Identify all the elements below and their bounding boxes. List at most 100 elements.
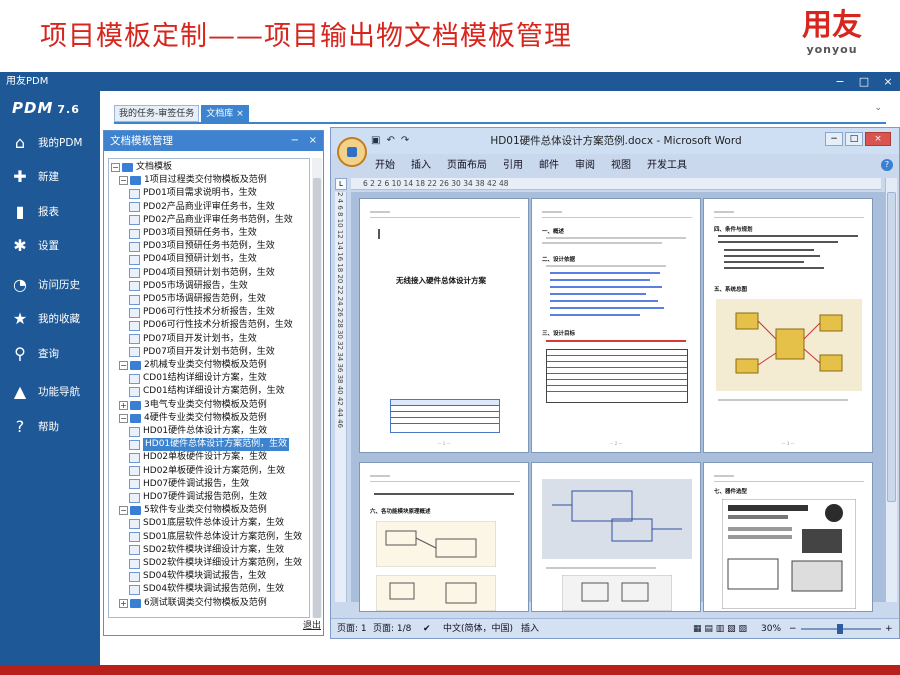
- tree-scrollbar[interactable]: [312, 158, 322, 618]
- tree-doc-item[interactable]: SD01底层软件总体设计方案，生效: [129, 517, 284, 530]
- status-insert-mode[interactable]: 插入: [521, 619, 539, 638]
- tree-scroll-thumb[interactable]: [313, 178, 321, 618]
- word-maximize-button[interactable]: □: [845, 132, 863, 146]
- document-page[interactable]: 六、各功能模块原理概述: [359, 462, 529, 612]
- sidebar-item-6[interactable]: ⚲ 查询: [0, 336, 100, 371]
- tree-doc-item[interactable]: PD02产品商业评审任务书，生效: [129, 201, 275, 214]
- expand-toggle-icon[interactable]: −: [119, 361, 128, 371]
- tree-doc-item[interactable]: PD03项目预研任务书范例，生效: [129, 240, 275, 253]
- document-page[interactable]: 四、条件与规划 五、系统总图 — 3 —: [703, 198, 873, 453]
- ribbon-tab-4[interactable]: 邮件: [531, 156, 567, 176]
- tree-doc-item[interactable]: PD05市场调研报告范例，生效: [129, 293, 266, 306]
- redo-icon[interactable]: ↷: [401, 135, 409, 146]
- ribbon-tab-7[interactable]: 开发工具: [639, 156, 695, 176]
- tree-folder-item[interactable]: +6测试联调类交付物模板及范例: [119, 597, 267, 610]
- zoom-in-icon[interactable]: +: [885, 619, 893, 638]
- document-scrollbar[interactable]: [885, 178, 897, 602]
- tab-stop-selector[interactable]: L: [335, 178, 347, 190]
- tree-doc-item[interactable]: HD02单板硬件设计方案，生效: [129, 451, 267, 464]
- tree-doc-item[interactable]: SD04软件模块调试报告，生效: [129, 570, 266, 583]
- tab-doc-library[interactable]: 文档库 ×: [201, 105, 249, 122]
- tree-doc-item[interactable]: PD07项目开发计划书范例，生效: [129, 346, 275, 359]
- document-area[interactable]: 无线接入硬件总体设计方案 — 1 — 一、概述 二、设计依据 三、设计目标 — …: [351, 192, 886, 612]
- maximize-button[interactable]: □: [858, 72, 870, 91]
- expand-toggle-icon[interactable]: −: [119, 413, 128, 423]
- ribbon-tab-5[interactable]: 审阅: [567, 156, 603, 176]
- tree-doc-item[interactable]: HD02单板硬件设计方案范例，生效: [129, 465, 285, 478]
- status-page-count[interactable]: 页面: 1/8: [373, 619, 411, 638]
- tree-doc-item[interactable]: PD01项目需求说明书，生效: [129, 187, 257, 200]
- vertical-ruler[interactable]: 2 4 6 8 10 12 14 16 18 20 22 24 26 28 30…: [335, 192, 347, 602]
- ribbon-tab-1[interactable]: 插入: [403, 156, 439, 176]
- spellcheck-icon[interactable]: ✔: [423, 619, 431, 638]
- document-page[interactable]: 无线接入硬件总体设计方案 — 1 —: [359, 198, 529, 453]
- tree-folder-item[interactable]: +3电气专业类交付物模板及范例: [119, 399, 267, 412]
- sidebar-item-7[interactable]: ▲ 功能导航: [0, 375, 100, 410]
- status-zoom[interactable]: 30%: [761, 619, 781, 638]
- tree-doc-item[interactable]: HD01硬件总体设计方案，生效: [129, 425, 267, 438]
- tree-doc-item[interactable]: SD02软件模块详细设计方案范例，生效: [129, 557, 302, 570]
- tab-close-icon[interactable]: ×: [236, 109, 244, 119]
- chevron-down-icon[interactable]: ▾: [840, 646, 846, 659]
- tree-folder-item[interactable]: − 2机械专业类交付物模板及范例: [119, 359, 267, 372]
- ribbon-tab-0[interactable]: 开始: [367, 156, 403, 176]
- tree-doc-item[interactable]: PD04项目预研计划书范例，生效: [129, 267, 275, 280]
- tree-doc-item[interactable]: HD07硬件调试报告，生效: [129, 478, 249, 491]
- document-page[interactable]: [531, 462, 701, 612]
- word-minimize-button[interactable]: −: [825, 132, 843, 146]
- document-page[interactable]: 七、器件选型: [703, 462, 873, 612]
- ribbon-tab-6[interactable]: 视图: [603, 156, 639, 176]
- sidebar-item-0[interactable]: ⌂ 我的PDM: [0, 125, 100, 160]
- tree-doc-item[interactable]: CD01结构详细设计方案，生效: [129, 372, 267, 385]
- expand-toggle-icon[interactable]: −: [119, 506, 128, 516]
- zoom-out-icon[interactable]: −: [789, 619, 797, 638]
- office-button[interactable]: [337, 137, 367, 167]
- sidebar-item-5[interactable]: ★ 我的收藏: [0, 302, 100, 337]
- view-buttons-icon[interactable]: ▦ ▤ ▥ ▧ ▨: [693, 619, 747, 638]
- chevron-down-icon[interactable]: ⌄: [874, 103, 882, 113]
- tree-doc-item[interactable]: SD02软件模块详细设计方案，生效: [129, 544, 284, 557]
- sidebar-item-4[interactable]: ◔ 访问历史: [0, 267, 100, 302]
- save-icon[interactable]: ▣: [371, 135, 380, 146]
- tree-folder-item[interactable]: − 4硬件专业类交付物模板及范例: [119, 412, 267, 425]
- sidebar-item-1[interactable]: ✚ 新建: [0, 160, 100, 195]
- tree-folder-item[interactable]: − 1项目过程类交付物模板及范例: [119, 174, 267, 187]
- minimize-button[interactable]: −: [834, 72, 846, 91]
- document-page[interactable]: 一、概述 二、设计依据 三、设计目标 — 2 —: [531, 198, 701, 453]
- sidebar-item-3[interactable]: ✱ 设置: [0, 229, 100, 264]
- word-close-button[interactable]: ×: [865, 132, 891, 146]
- document-scroll-thumb[interactable]: [887, 192, 896, 502]
- expand-toggle-icon[interactable]: −: [111, 163, 120, 173]
- minimize-icon[interactable]: −: [291, 135, 299, 146]
- user-name[interactable]: 郝卫东: [808, 645, 837, 659]
- status-language[interactable]: 中文(简体，中国): [443, 619, 513, 638]
- logout-link[interactable]: 注销: [863, 645, 882, 659]
- tree-folder-item[interactable]: − 5软件专业类交付物模板及范例: [119, 504, 267, 517]
- horizontal-ruler[interactable]: 6 2 2 6 10 14 18 22 26 30 34 38 42 48: [351, 178, 881, 190]
- expand-toggle-icon[interactable]: −: [119, 176, 128, 186]
- close-icon[interactable]: ×: [309, 135, 317, 146]
- undo-icon[interactable]: ↶: [386, 135, 394, 146]
- tree-doc-item[interactable]: PD02产品商业评审任务书范例，生效: [129, 214, 293, 227]
- tree-folder-item[interactable]: − 文档模板: [111, 161, 172, 174]
- ribbon-tab-2[interactable]: 页面布局: [439, 156, 495, 176]
- tree-doc-item[interactable]: CD01结构详细设计方案范例，生效: [129, 385, 285, 398]
- tree-doc-item[interactable]: PD04项目预研计划书，生效: [129, 253, 257, 266]
- sidebar-item-2[interactable]: ▮ 报表: [0, 194, 100, 229]
- zoom-slider-knob[interactable]: [837, 624, 843, 634]
- status-page[interactable]: 页面: 1: [337, 619, 367, 638]
- tree-doc-item[interactable]: SD01底层软件总体设计方案范例，生效: [129, 531, 302, 544]
- help-icon[interactable]: ?: [881, 159, 893, 171]
- exit-link[interactable]: 退出: [303, 618, 321, 631]
- tree-doc-item[interactable]: PD03项目预研任务书，生效: [129, 227, 257, 240]
- tree-doc-item[interactable]: HD07硬件调试报告范例，生效: [129, 491, 267, 504]
- tree-doc-item[interactable]: HD01硬件总体设计方案范例，生效: [129, 438, 290, 452]
- close-button[interactable]: ×: [882, 72, 894, 91]
- expand-toggle-icon[interactable]: +: [119, 598, 128, 608]
- tree-doc-item[interactable]: PD06可行性技术分析报告范例，生效: [129, 319, 293, 332]
- expand-toggle-icon[interactable]: +: [119, 400, 128, 410]
- tree-doc-item[interactable]: PD07项目开发计划书，生效: [129, 333, 257, 346]
- zoom-slider[interactable]: [801, 624, 881, 634]
- tree-doc-item[interactable]: SD04软件模块调试报告范例，生效: [129, 583, 284, 596]
- tab-my-tasks[interactable]: 我的任务-审签任务: [114, 105, 200, 122]
